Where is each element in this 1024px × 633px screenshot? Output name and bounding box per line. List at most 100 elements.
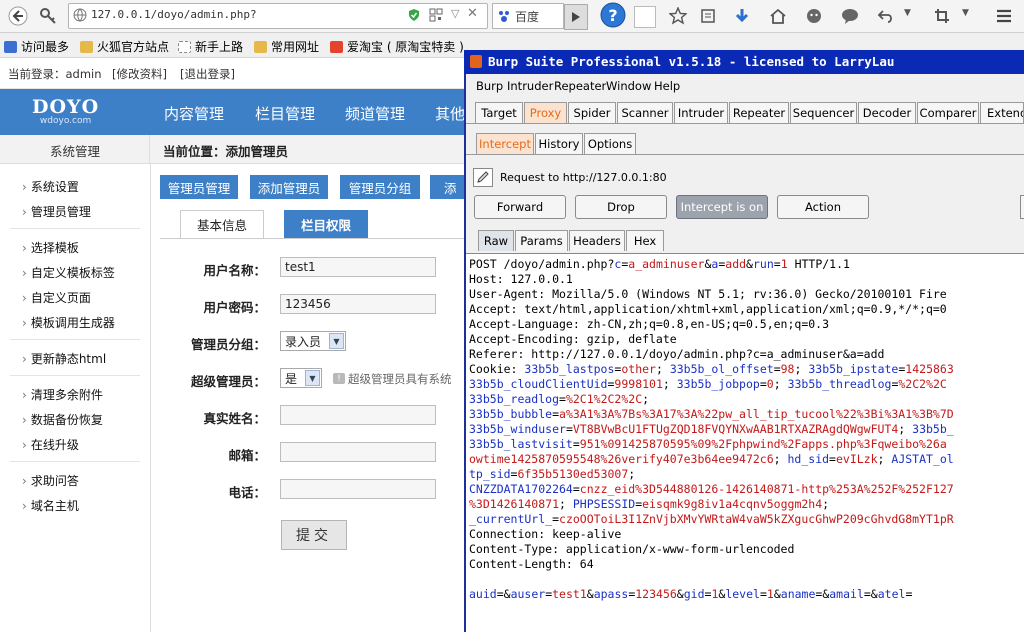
viewtab-raw[interactable]: Raw [478, 230, 514, 251]
action-button[interactable]: Action [777, 195, 869, 219]
tab-repeater[interactable]: Repeater [729, 102, 789, 123]
phone-input[interactable] [280, 479, 436, 499]
nav-channel-management[interactable]: 频道管理 [345, 103, 405, 124]
sidebar-item-admin-management[interactable]: 管理员管理 [22, 203, 91, 220]
site-identity-icon[interactable] [36, 4, 60, 28]
burp-title-bar[interactable]: Burp Suite Professional v1.5.18 - licens… [464, 50, 1024, 74]
tab-sequencer[interactable]: Sequencer [790, 102, 857, 123]
tab-scanner[interactable]: Scanner [617, 102, 673, 123]
bookmark-star-icon[interactable] [666, 4, 690, 28]
bookmark-ai-taobao[interactable]: 爱淘宝 ( 原淘宝特卖 ) [330, 38, 464, 55]
admin-groups-button[interactable]: 管理员分组 [340, 175, 420, 199]
sidebar-item-system-settings[interactable]: 系统设置 [22, 178, 79, 195]
request-text: Accept: text/html,application/xhtml+xml,… [469, 302, 947, 316]
search-engine-icon [499, 11, 509, 22]
shield-check-icon[interactable] [407, 8, 421, 22]
forward-button[interactable]: Forward [474, 195, 566, 219]
add-admin-button[interactable]: 添加管理员 [250, 175, 328, 199]
request-line: Host: 127.0.0.1 [469, 272, 573, 286]
help-icon[interactable]: ? [598, 0, 628, 30]
home-icon[interactable] [766, 4, 790, 28]
url-bar[interactable]: 127.0.0.1/doyo/admin.php? ▽ ✕ [68, 3, 488, 29]
dropdown-arrow-icon[interactable]: ▽ [451, 7, 459, 20]
sidebar-item-custom-pages[interactable]: 自定义页面 [22, 289, 91, 306]
menu-intruder[interactable]: Intruder [507, 79, 553, 93]
play-arrow-icon[interactable] [564, 4, 588, 30]
sidebar-item-online-upgrade[interactable]: 在线升级 [22, 436, 79, 453]
viewtab-hex[interactable]: Hex [626, 230, 664, 251]
edit-profile-link[interactable]: [修改资料] [112, 66, 167, 82]
bookmark-getting-started[interactable]: 新手上路 [178, 38, 243, 55]
nav-content-management[interactable]: 内容管理 [164, 103, 224, 124]
edit-pencil-icon[interactable] [473, 168, 493, 187]
qr-code-icon[interactable] [429, 8, 443, 22]
request-editor[interactable]: POST /doyo/admin.php?c=a_adminuser&a=add… [466, 253, 1024, 633]
submit-button[interactable]: 提交 [281, 520, 347, 550]
add-button-truncated[interactable]: 添 [430, 175, 464, 199]
group-select-value: 录入员 [285, 334, 322, 349]
sidebar-item-custom-template-tags[interactable]: 自定义模板标签 [22, 264, 115, 281]
crop-dropdown-icon[interactable]: ▼ [962, 8, 969, 18]
chat-icon[interactable] [802, 4, 826, 28]
tab-basic-info[interactable]: 基本信息 [180, 210, 264, 238]
nav-column-management[interactable]: 栏目管理 [255, 103, 315, 124]
tab-proxy[interactable]: Proxy [524, 102, 567, 123]
intercept-toggle-button[interactable]: Intercept is on [676, 195, 768, 219]
request-text: User-Agent: Mozilla/5.0 (Windows NT 5.1;… [469, 287, 947, 301]
group-select[interactable]: 录入员 ▼ [280, 331, 346, 351]
bookmark-most-visited[interactable]: 访问最多 [4, 38, 69, 55]
sidebar-item-backup-restore[interactable]: 数据备份恢复 [22, 411, 103, 428]
raw-request-text[interactable]: POST /doyo/admin.php?c=a_adminuser&a=add… [469, 257, 954, 602]
nav-other[interactable]: 其他 [435, 103, 465, 124]
tab-decoder[interactable]: Decoder [858, 102, 916, 123]
email-input[interactable] [280, 442, 436, 462]
menu-window[interactable]: Window [606, 79, 651, 93]
menu-repeater[interactable]: Repeater [554, 79, 606, 93]
menu-help[interactable]: Help [654, 79, 680, 93]
menu-burp[interactable]: Burp [476, 79, 503, 93]
bookmark-common-sites[interactable]: 常用网址 [254, 38, 319, 55]
tab-column-permissions[interactable]: 栏目权限 [284, 210, 368, 238]
request-line: owtime1425870595548%26verify407e3b64ee94… [469, 452, 954, 466]
blank-field[interactable] [634, 6, 656, 28]
message-icon[interactable] [838, 4, 862, 28]
viewtab-params[interactable]: Params [515, 230, 568, 251]
param-value: owtime1425870595548%26verify407e3b64ee94… [469, 452, 774, 466]
tab-spider[interactable]: Spider [568, 102, 616, 123]
username-input[interactable]: test1 [280, 257, 436, 277]
sidebar-item-template-generator[interactable]: 模板调用生成器 [22, 314, 115, 331]
super-admin-select[interactable]: 是 ▼ [280, 368, 322, 388]
sidebar-item-domain-hosting[interactable]: 域名主机 [22, 497, 79, 514]
drop-button[interactable]: Drop [575, 195, 667, 219]
subtab-history[interactable]: History [535, 133, 583, 154]
tab-intruder[interactable]: Intruder [674, 102, 728, 123]
back-icon[interactable] [6, 4, 30, 28]
crop-icon[interactable] [930, 4, 954, 28]
undo-dropdown-icon[interactable]: ▼ [904, 8, 911, 18]
sidebar-item-update-static-html[interactable]: 更新静态html [22, 350, 106, 367]
realname-input[interactable] [280, 405, 436, 425]
password-input[interactable]: 123456 [280, 294, 436, 314]
bookmark-firefox-site[interactable]: 火狐官方站点 [80, 38, 169, 55]
subtab-options[interactable]: Options [584, 133, 636, 154]
subtab-intercept[interactable]: Intercept [476, 133, 534, 154]
request-line: 33b5b_winduser=VT8BVwBcU1FTUgZQD18FVQYNX… [469, 422, 954, 436]
viewtab-headers[interactable]: Headers [569, 230, 625, 251]
clear-url-icon[interactable]: ✕ [467, 6, 478, 21]
menu-icon[interactable] [992, 4, 1016, 28]
search-bar[interactable]: 百度 [492, 3, 564, 29]
admin-list-button[interactable]: 管理员管理 [160, 175, 238, 199]
request-line: 33b5b_cloudClientUid = 9998101; 33b5b_jobp… [469, 377, 947, 391]
sidebar-item-select-template[interactable]: 选择模板 [22, 239, 79, 256]
tab-comparer[interactable]: Comparer [917, 102, 979, 123]
doyo-logo[interactable]: DOYO wdoyo.com [32, 96, 99, 126]
tab-target[interactable]: Target [475, 102, 523, 123]
tab-extender[interactable]: Extende [980, 102, 1024, 123]
param-name: level [725, 587, 760, 601]
download-icon[interactable] [730, 4, 754, 28]
sidebar-item-help-qa[interactable]: 求助问答 [22, 472, 79, 489]
undo-icon[interactable] [874, 4, 898, 28]
reading-list-icon[interactable] [696, 4, 720, 28]
sidebar-item-clean-attachments[interactable]: 清理多余附件 [22, 386, 103, 403]
logout-link[interactable]: [退出登录] [180, 66, 235, 82]
